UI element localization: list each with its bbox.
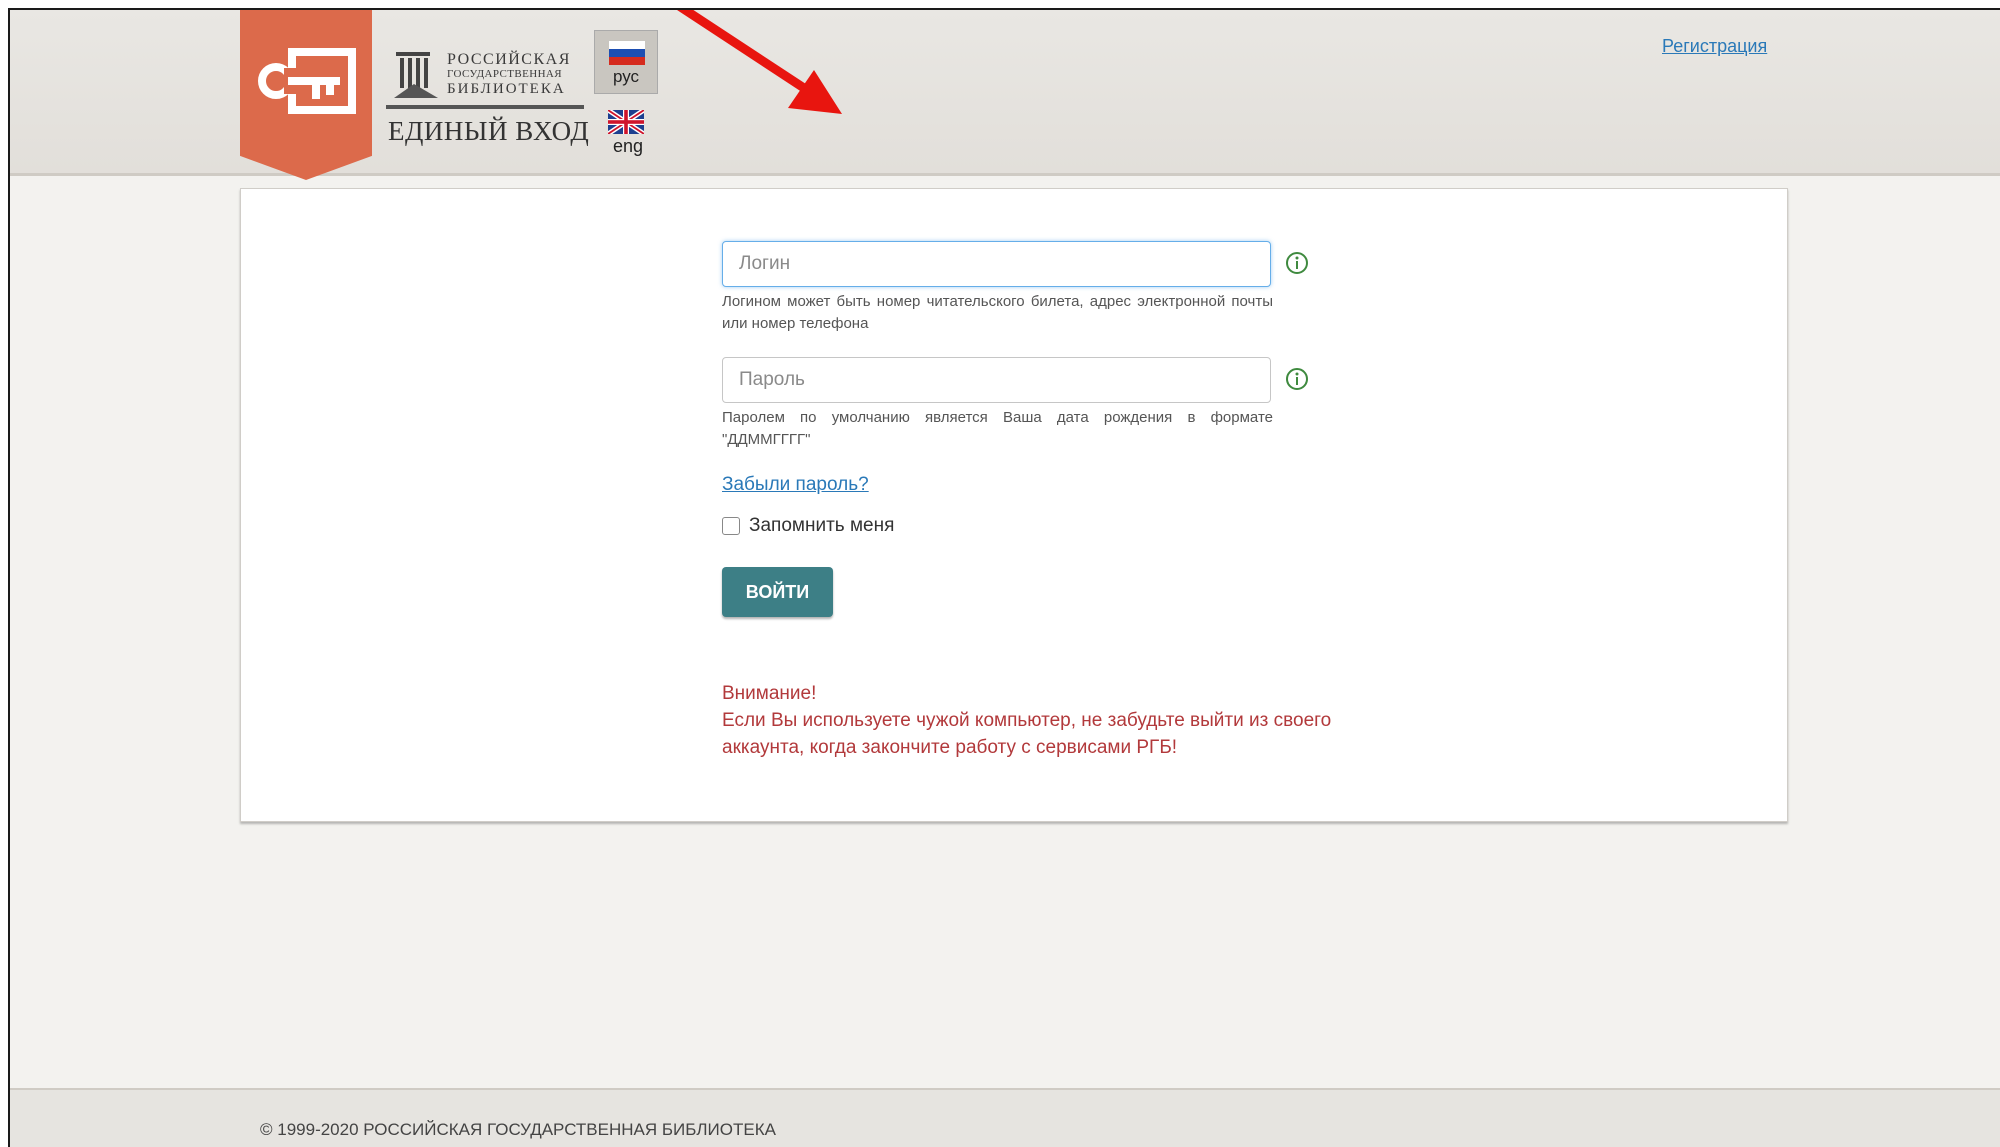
- logo-divider: [386, 105, 584, 109]
- login-card: Логином может быть номер читательского б…: [240, 188, 1788, 822]
- login-input[interactable]: [722, 241, 1271, 287]
- site-footer: © 1999-2020 РОССИЙСКАЯ ГОСУДАРСТВЕННАЯ Б…: [10, 1088, 2000, 1147]
- uk-flag-icon: [608, 110, 644, 134]
- library-name-line: БИБЛИОТЕКА: [447, 81, 566, 97]
- security-warning: Внимание! Если Вы используете чужой комп…: [722, 680, 1331, 761]
- warning-title: Внимание!: [722, 683, 817, 704]
- russia-flag-icon: [609, 41, 645, 65]
- warning-text-line: Если Вы используете чужой компьютер, не …: [722, 710, 1332, 731]
- key-logo-badge[interactable]: [240, 10, 372, 180]
- remember-me[interactable]: Запомнить меня: [722, 515, 894, 537]
- language-ru-label: рус: [612, 67, 640, 86]
- forgot-password-link[interactable]: Забыли пароль?: [722, 474, 869, 496]
- remember-me-checkbox[interactable]: [722, 517, 740, 535]
- language-en-label: eng: [612, 136, 644, 156]
- register-link[interactable]: Регистрация: [1662, 36, 1767, 57]
- library-name-line: РОССИЙСКАЯ: [447, 51, 571, 68]
- site-header: РОССИЙСКАЯ ГОСУДАРСТВЕННАЯ БИБЛИОТЕКА ЕД…: [10, 10, 2000, 180]
- login-info-icon[interactable]: [1285, 251, 1309, 275]
- key-icon: [258, 48, 356, 114]
- service-title: ЕДИНЫЙ ВХОД: [388, 116, 590, 146]
- login-hint: Логином может быть номер читательского б…: [722, 293, 1273, 332]
- password-hint: Паролем по умолчанию является Ваша дата …: [722, 409, 1273, 448]
- language-en-button[interactable]: eng: [608, 110, 648, 157]
- page-frame: РОССИЙСКАЯ ГОСУДАРСТВЕННАЯ БИБЛИОТЕКА ЕД…: [8, 8, 2000, 1147]
- password-info-icon[interactable]: [1285, 367, 1309, 391]
- library-building-icon: [394, 52, 438, 98]
- copyright-text: © 1999-2020 РОССИЙСКАЯ ГОСУДАРСТВЕННАЯ Б…: [260, 1120, 776, 1139]
- warning-text-line: аккаунта, когда закончите работу с серви…: [722, 737, 1178, 758]
- library-name-line: ГОСУДАРСТВЕННАЯ: [447, 68, 563, 80]
- login-button[interactable]: ВОЙТИ: [722, 567, 833, 617]
- library-name: РОССИЙСКАЯ ГОСУДАРСТВЕННАЯ БИБЛИОТЕКА: [447, 52, 571, 97]
- remember-me-label: Запомнить меня: [749, 515, 895, 536]
- password-input[interactable]: [722, 357, 1271, 403]
- language-ru-button[interactable]: рус: [594, 30, 658, 94]
